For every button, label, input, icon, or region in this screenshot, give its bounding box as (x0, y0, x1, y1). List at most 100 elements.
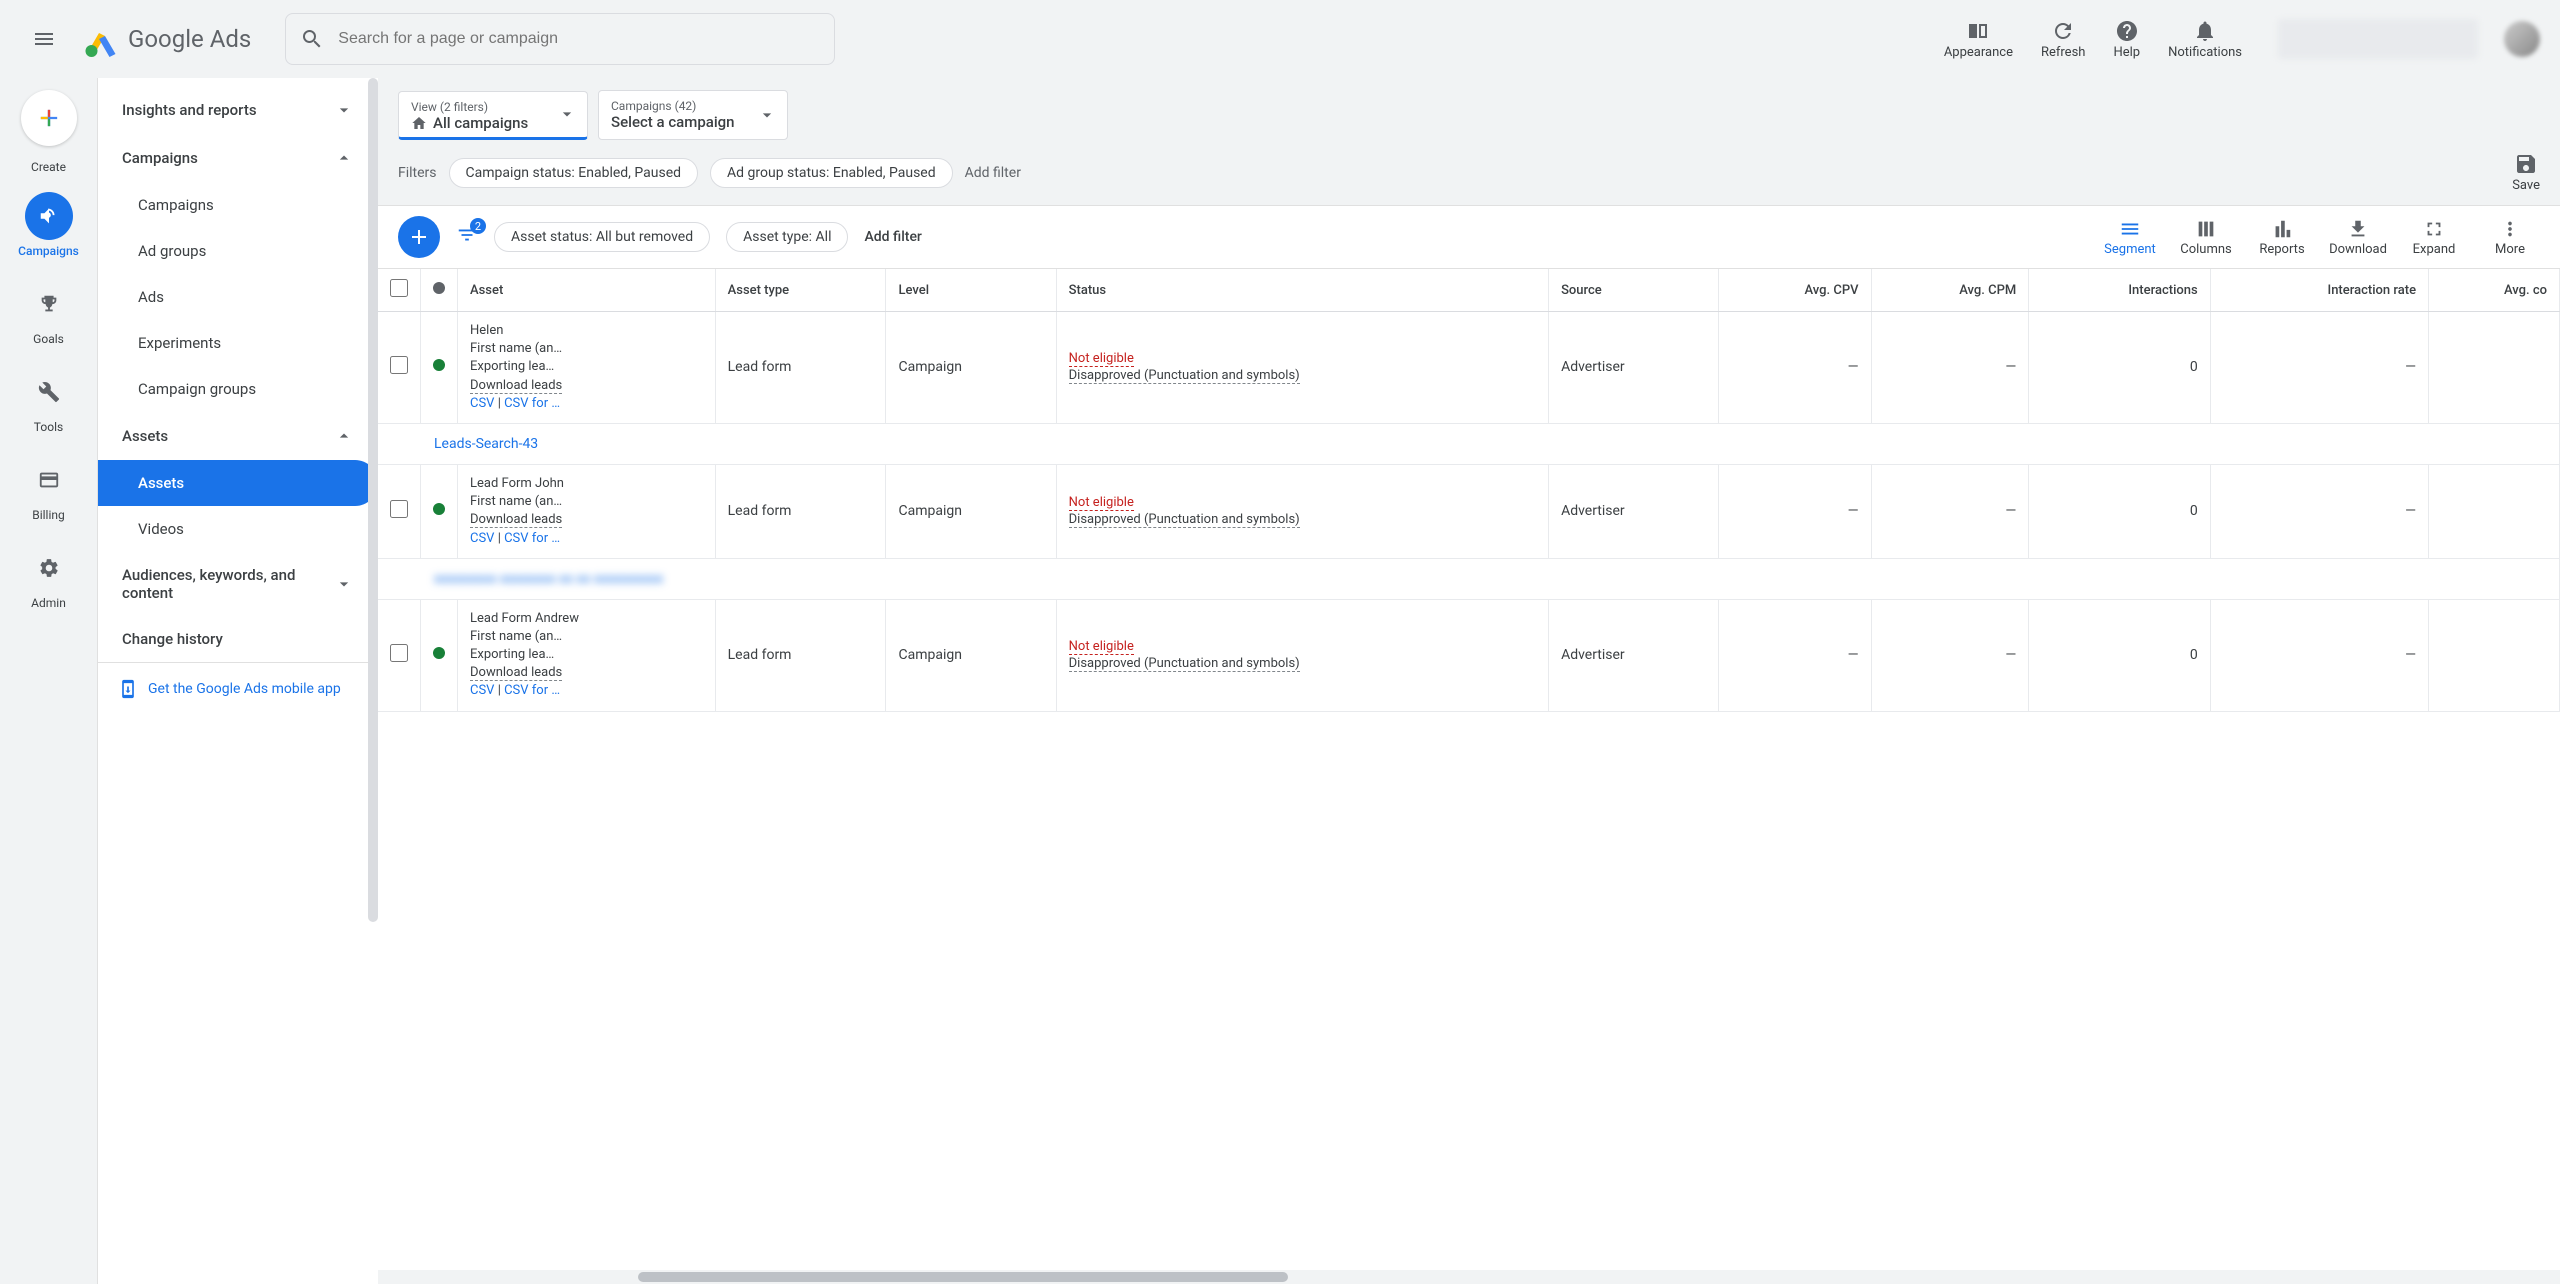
cell-cpv: — (1719, 464, 1871, 558)
sidebar-assets-section[interactable]: Assets (98, 412, 378, 460)
chevron-down-icon (334, 574, 354, 594)
hamburger-icon (32, 27, 56, 51)
group-link[interactable]: Leads-Search-43 (434, 436, 538, 452)
sidebar-ad-groups[interactable]: Ad groups (98, 228, 378, 274)
chevron-up-icon (334, 426, 354, 446)
chip-asset-status[interactable]: Asset status: All but removed (494, 222, 710, 252)
assets-table: Asset Asset type Level Status Source Avg… (378, 269, 2560, 712)
rail-campaigns[interactable]: Campaigns (9, 188, 89, 262)
columns-button[interactable]: Columns (2176, 218, 2236, 257)
table-row: HelenFirst name (an…Exporting lea…Downlo… (378, 312, 2560, 424)
sidebar-videos[interactable]: Videos (98, 506, 378, 552)
save-button[interactable]: Save (2512, 152, 2540, 193)
cell-source: Advertiser (1549, 312, 1719, 424)
sidebar: Insights and reports Campaigns Campaigns… (98, 78, 378, 1284)
cell-cpv: — (1719, 599, 1871, 711)
sidebar-scrollbar[interactable] (368, 78, 378, 922)
dropdown-arrow-icon (757, 105, 777, 125)
logo[interactable]: Google Ads (84, 21, 251, 57)
cell-status[interactable]: Not eligibleDisapproved (Punctuation and… (1056, 464, 1548, 558)
filter-chip-adgroup-status[interactable]: Ad group status: Enabled, Paused (710, 158, 953, 188)
search-input[interactable] (338, 30, 820, 48)
create-button[interactable] (21, 90, 77, 146)
chip-asset-type[interactable]: Asset type: All (726, 222, 848, 252)
header-level[interactable]: Level (886, 269, 1056, 312)
cell-asset[interactable]: Lead Form JohnFirst name (an…Download le… (458, 464, 716, 558)
header-interactions[interactable]: Interactions (2029, 269, 2210, 312)
add-asset-button[interactable] (398, 216, 440, 258)
appearance-button[interactable]: Appearance (1944, 19, 2013, 60)
header-asset[interactable]: Asset (458, 269, 716, 312)
more-button[interactable]: More (2480, 218, 2540, 257)
reports-button[interactable]: Reports (2252, 218, 2312, 257)
home-icon (411, 115, 427, 131)
cell-status[interactable]: Not eligibleDisapproved (Punctuation and… (1056, 599, 1548, 711)
campaigns-dropdown[interactable]: Campaigns (42) Select a campaign (598, 90, 788, 140)
header-asset-type[interactable]: Asset type (715, 269, 886, 312)
sidebar-audiences[interactable]: Audiences, keywords, and content (98, 552, 378, 616)
table-wrap[interactable]: Asset Asset type Level Status Source Avg… (378, 269, 2560, 1270)
filter-chip-campaign-status[interactable]: Campaign status: Enabled, Paused (449, 158, 699, 188)
google-ads-logo-icon (84, 21, 120, 57)
cell-level: Campaign (886, 464, 1056, 558)
segment-icon (2119, 218, 2141, 240)
cell-rate: — (2210, 464, 2428, 558)
dropdown-arrow-icon (557, 104, 577, 124)
cell-asset[interactable]: HelenFirst name (an…Exporting lea…Downlo… (458, 312, 716, 424)
header-checkbox[interactable] (378, 269, 421, 312)
row-checkbox[interactable] (390, 356, 408, 374)
sidebar-campaigns-section[interactable]: Campaigns (98, 134, 378, 182)
card-icon (38, 469, 60, 491)
header-avgcost[interactable]: Avg. co (2429, 269, 2560, 312)
cell-cpm: — (1871, 464, 2029, 558)
more-vert-icon (2499, 218, 2521, 240)
rail-admin[interactable]: Admin (9, 540, 89, 614)
add-filter-link[interactable]: Add filter (965, 165, 1021, 181)
sidebar-insights[interactable]: Insights and reports (98, 86, 378, 134)
sidebar-campaigns[interactable]: Campaigns (98, 182, 378, 228)
search-box[interactable] (285, 13, 835, 65)
row-checkbox[interactable] (390, 644, 408, 662)
mobile-app-link[interactable]: Get the Google Ads mobile app (98, 662, 378, 715)
cell-rate: — (2210, 599, 2428, 711)
rail-goals[interactable]: Goals (9, 276, 89, 350)
header-cpm[interactable]: Avg. CPM (1871, 269, 2029, 312)
sidebar-ads[interactable]: Ads (98, 274, 378, 320)
sidebar-experiments[interactable]: Experiments (98, 320, 378, 366)
group-row-redacted: xxxxxxxxx xxxxxxxx xx xx xxxxxxxxxx (378, 558, 2560, 599)
view-dropdown[interactable]: View (2 filters) All campaigns (398, 91, 588, 140)
filter-funnel-button[interactable]: 2 (456, 224, 478, 250)
segment-button[interactable]: Segment (2100, 218, 2160, 257)
cell-asset[interactable]: Lead Form AndrewFirst name (an…Exporting… (458, 599, 716, 711)
plus-icon (407, 225, 431, 249)
horizontal-scrollbar[interactable] (378, 1270, 2560, 1284)
notifications-button[interactable]: Notifications (2168, 19, 2242, 60)
sidebar-campaign-groups[interactable]: Campaign groups (98, 366, 378, 412)
avatar[interactable] (2504, 21, 2540, 57)
cell-rate: — (2210, 312, 2428, 424)
header-source[interactable]: Source (1549, 269, 1719, 312)
download-icon (2347, 218, 2369, 240)
help-button[interactable]: Help (2113, 19, 2140, 60)
appearance-icon (1966, 19, 1990, 43)
toolbar-add-filter[interactable]: Add filter (864, 229, 921, 245)
menu-button[interactable] (20, 15, 68, 63)
download-button[interactable]: Download (2328, 218, 2388, 257)
sidebar-change-history[interactable]: Change history (98, 616, 378, 662)
header-status[interactable]: Status (1056, 269, 1548, 312)
expand-button[interactable]: Expand (2404, 218, 2464, 257)
refresh-button[interactable]: Refresh (2041, 19, 2085, 60)
cell-asset-type: Lead form (715, 312, 886, 424)
left-rail: Create Campaigns Goals Tools Billing Adm… (0, 78, 98, 1284)
header-cpv[interactable]: Avg. CPV (1719, 269, 1871, 312)
row-checkbox[interactable] (390, 500, 408, 518)
toolbar: 2 Asset status: All but removed Asset ty… (378, 205, 2560, 269)
search-icon (300, 27, 324, 51)
rail-tools[interactable]: Tools (9, 364, 89, 438)
sidebar-assets[interactable]: Assets (98, 460, 378, 506)
plus-multicolor-icon (35, 104, 63, 132)
cell-status[interactable]: Not eligibleDisapproved (Punctuation and… (1056, 312, 1548, 424)
header-rate[interactable]: Interaction rate (2210, 269, 2428, 312)
rail-billing[interactable]: Billing (9, 452, 89, 526)
save-icon (2514, 152, 2538, 176)
